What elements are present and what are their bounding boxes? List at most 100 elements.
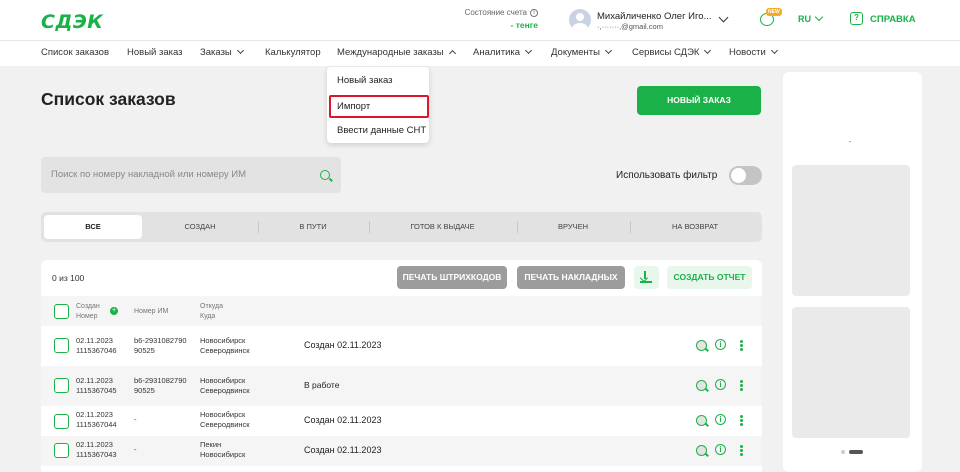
language-chevron-icon[interactable] <box>814 12 824 22</box>
search-icon[interactable] <box>696 445 707 456</box>
header-to-label: Куда <box>200 313 216 320</box>
tab-in-transit[interactable]: В ПУТИ <box>259 215 367 239</box>
search-icon[interactable] <box>696 340 707 351</box>
nav-label: Документы <box>551 47 600 58</box>
create-report-button[interactable]: СОЗДАТЬ ОТЧЕТ <box>667 266 752 289</box>
search-box[interactable]: Поиск по номеру накладной или номеру ИМ <box>41 157 341 193</box>
select-all-checkbox[interactable] <box>54 304 69 319</box>
more-icon[interactable] <box>740 415 743 426</box>
nav-item-documents[interactable]: Документы <box>551 46 613 58</box>
scrollbar[interactable] <box>950 66 960 472</box>
banner-placeholder[interactable] <box>792 307 910 438</box>
row-im-number: - <box>134 415 137 424</box>
carousel-dot[interactable] <box>841 450 845 454</box>
chevron-down-icon <box>770 46 778 55</box>
row-checkbox[interactable] <box>54 338 69 353</box>
header-im-number: Номер ИМ <box>134 308 169 315</box>
table-row[interactable]: 02.11.2023 1115367043 - Пекин Новосибирск … <box>41 436 762 466</box>
filter-toggle[interactable] <box>729 166 762 185</box>
row-im-number: b6-2931082790 90525 <box>134 336 187 355</box>
info-icon[interactable]: i <box>530 8 538 17</box>
tab-created[interactable]: СОЗДАН <box>145 215 255 239</box>
row-route: Новосибирск Северодвинск <box>200 410 250 429</box>
info-icon[interactable]: i <box>715 339 726 350</box>
tab-all[interactable]: ВСЕ <box>44 215 142 239</box>
row-im-number: b6-2931082790 90525 <box>134 376 187 395</box>
new-order-button[interactable]: НОВЫЙ ЗАКАЗ <box>637 86 761 115</box>
balance-value: - тенге <box>510 20 538 30</box>
tab-ready[interactable]: ГОТОВ К ВЫДАЧЕ <box>370 215 515 239</box>
table-row[interactable]: 02.11.2023 1115367044 - Новосибирск Северо… <box>41 406 762 436</box>
nav-item-services[interactable]: Сервисы СДЭК <box>632 46 712 58</box>
print-barcodes-button[interactable]: ПЕЧАТЬ ШТРИХКОДОВ <box>397 266 507 289</box>
row-created: 02.11.2023 1115367043 <box>76 440 117 459</box>
toggle-knob <box>731 168 746 183</box>
top-bar: СДЭК Состояние счета i - тенге Михайличен… <box>0 0 960 40</box>
download-button[interactable] <box>634 266 659 289</box>
table-row[interactable]: 02.11.2023 1115367045 b6-2931082790 90525 … <box>41 366 762 406</box>
row-route: Новосибирск Северодвинск <box>200 336 250 355</box>
header-number-label: Номер <box>76 313 98 320</box>
print-waybills-button[interactable]: ПЕЧАТЬ НАКЛАДНЫХ <box>517 266 625 289</box>
selected-count: 0 из 100 <box>52 273 85 283</box>
language-selector[interactable]: RU <box>798 14 811 24</box>
header-created[interactable]: Создан Номер <box>76 302 100 322</box>
more-icon[interactable] <box>740 445 743 456</box>
nav-item-news[interactable]: Новости <box>729 46 778 58</box>
menu-item-import[interactable]: Импорт <box>337 101 370 112</box>
row-checkbox[interactable] <box>54 378 69 393</box>
search-icon[interactable] <box>696 380 707 391</box>
more-icon[interactable] <box>740 380 743 391</box>
info-icon[interactable]: i <box>715 414 726 425</box>
balance-block[interactable]: Состояние счета i - тенге <box>454 8 538 30</box>
row-created: 02.11.2023 1115367044 <box>76 410 117 429</box>
sort-icon[interactable]: + <box>110 307 118 315</box>
new-badge: NEW <box>766 8 782 16</box>
menu-item-snt-data[interactable]: Ввести данные СНТ <box>337 125 426 136</box>
user-email: ·,·······,@gmail.com <box>597 22 663 31</box>
row-route: Пекин Новосибирск <box>200 440 246 459</box>
nav-item-orders-list[interactable]: Список заказов <box>41 47 109 58</box>
more-icon[interactable] <box>740 340 743 351</box>
nav-item-orders[interactable]: Заказы <box>200 46 244 58</box>
help-icon[interactable]: ? <box>850 12 863 25</box>
row-checkbox[interactable] <box>54 414 69 429</box>
row-im-number: - <box>134 445 137 454</box>
info-icon[interactable]: i <box>715 379 726 390</box>
nav-label: Международные заказы <box>337 47 444 58</box>
nav-item-new-order[interactable]: Новый заказ <box>127 47 183 58</box>
avatar[interactable] <box>569 9 591 31</box>
tab-delivered[interactable]: ВРУЧЕН <box>518 215 628 239</box>
row-status: В работе <box>304 380 340 390</box>
cdek-logo[interactable]: СДЭК <box>41 11 103 33</box>
banner-placeholder[interactable] <box>792 165 910 296</box>
main-nav: Список заказов Новый заказ Заказы Кальку… <box>0 40 960 66</box>
help-link[interactable]: СПРАВКА <box>870 14 916 25</box>
row-status: Создан 02.11.2023 <box>304 415 382 425</box>
balance-label: Состояние счета <box>464 8 527 17</box>
nav-item-international[interactable]: Международные заказы <box>337 47 456 58</box>
filter-label: Использовать фильтр <box>616 170 718 181</box>
user-menu-chevron-icon[interactable] <box>718 12 729 23</box>
table-row[interactable]: 02.11.2023 1115367046 b6-2931082790 90525 … <box>41 326 762 366</box>
chevron-down-icon <box>604 46 613 55</box>
carousel-dot-active[interactable] <box>849 450 863 454</box>
search-icon[interactable] <box>696 415 707 426</box>
nav-item-analytics[interactable]: Аналитика <box>473 46 533 58</box>
row-created: 02.11.2023 1115367045 <box>76 376 117 395</box>
tab-return[interactable]: НА ВОЗВРАТ <box>631 215 759 239</box>
status-tabs: ВСЕ СОЗДАН В ПУТИ ГОТОВ К ВЫДАЧЕ ВРУЧЕН … <box>41 212 762 242</box>
divider <box>849 141 851 142</box>
user-name[interactable]: Михайличенко Олег Иго... <box>597 11 711 22</box>
header-route: Откуда Куда <box>200 302 223 322</box>
search-icon[interactable] <box>320 170 330 180</box>
row-created: 02.11.2023 1115367046 <box>76 336 117 355</box>
search-input[interactable]: Поиск по номеру накладной или номеру ИМ <box>51 169 246 180</box>
nav-label: Список заказов <box>41 47 110 58</box>
chevron-up-icon <box>448 49 456 58</box>
nav-item-calculator[interactable]: Калькулятор <box>265 47 321 58</box>
menu-item-new-order[interactable]: Новый заказ <box>337 75 393 86</box>
table-header: Создан Номер + Номер ИМ Откуда Куда <box>41 296 762 326</box>
info-icon[interactable]: i <box>715 444 726 455</box>
row-checkbox[interactable] <box>54 443 69 458</box>
